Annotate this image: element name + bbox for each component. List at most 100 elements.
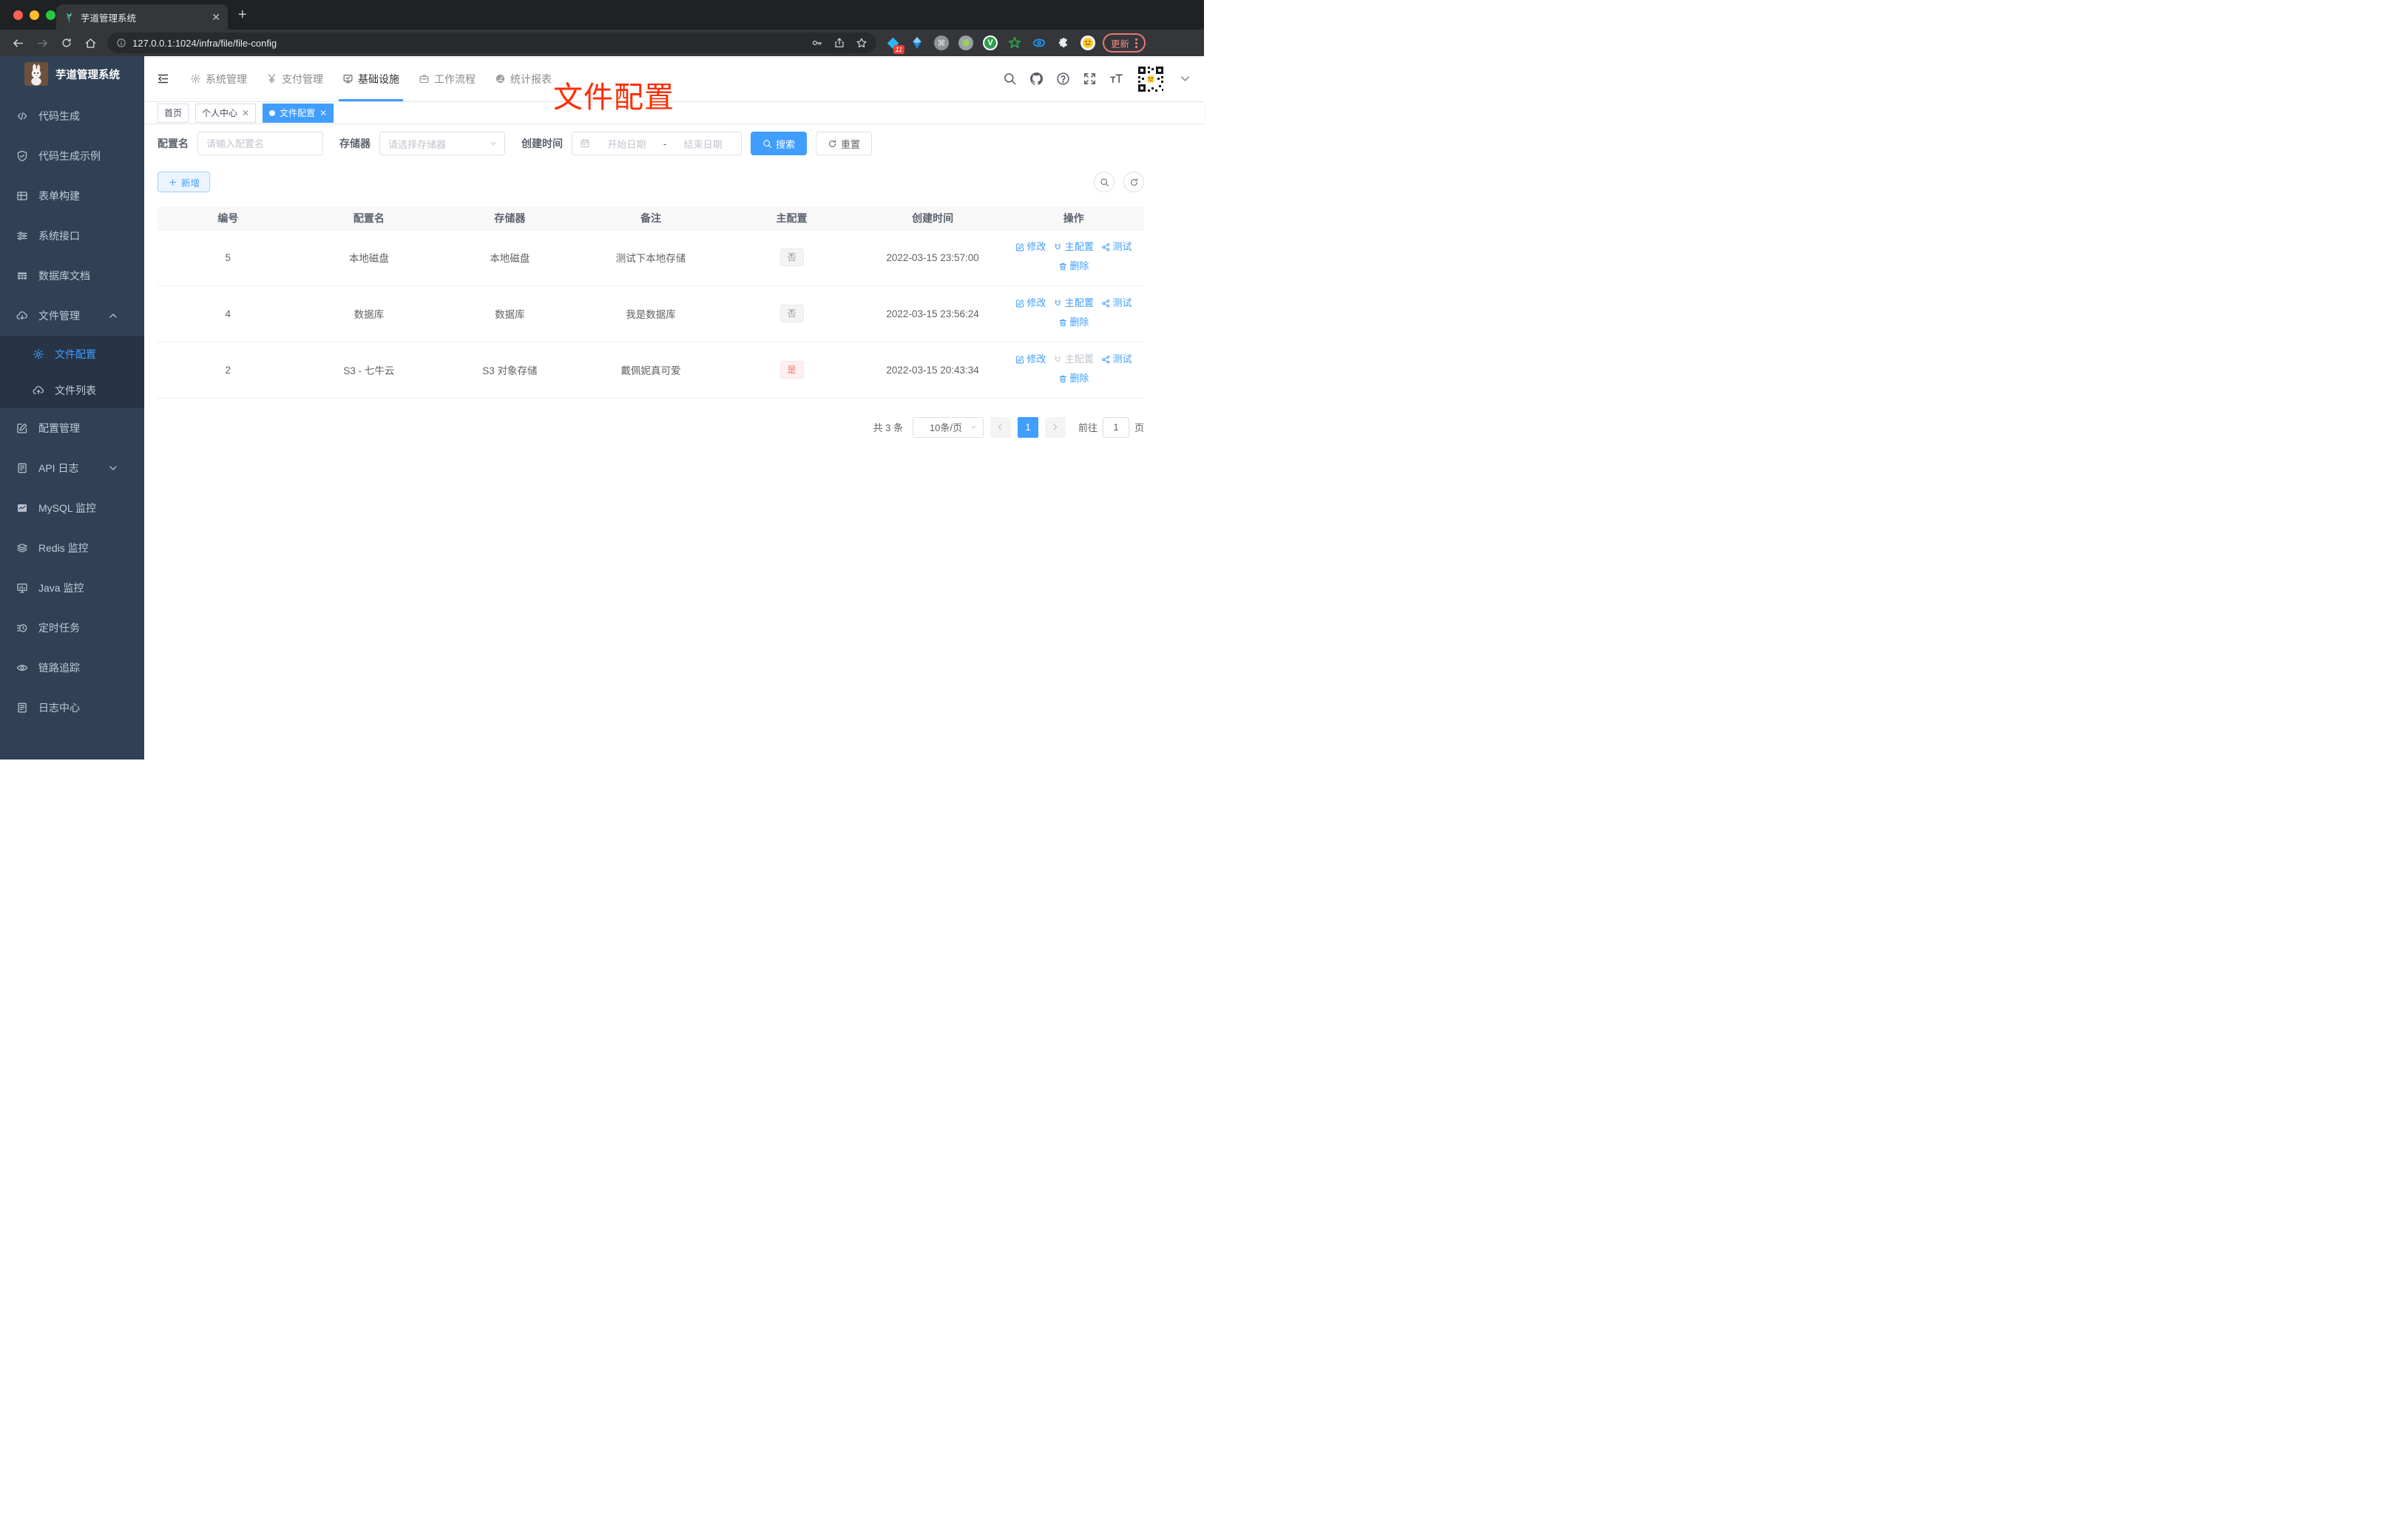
back-icon[interactable] (12, 37, 24, 50)
sidebar-item-file-management[interactable]: 文件管理 (0, 296, 144, 336)
test-action[interactable]: 测试 (1101, 354, 1132, 364)
delete-action[interactable]: 删除 (1058, 261, 1089, 271)
url-omnibox[interactable]: 127.0.0.1:1024/infra/file/file-config (107, 33, 876, 53)
user-avatar[interactable] (1136, 64, 1166, 94)
sidebar-item-db-doc[interactable]: 数据库文档 (0, 256, 144, 296)
site-info-icon[interactable] (116, 38, 126, 48)
next-page-button[interactable] (1044, 416, 1066, 438)
extension-command-icon[interactable]: ⌘ (934, 35, 949, 50)
test-action[interactable]: 测试 (1101, 298, 1132, 308)
extension-eye-icon[interactable] (1032, 35, 1046, 50)
trash-icon (1058, 262, 1068, 271)
nav-item-payment-management[interactable]: 支付管理 (257, 56, 333, 101)
tag-home[interactable]: 首页 (158, 103, 189, 123)
add-button[interactable]: 新增 (158, 172, 211, 192)
zoom-window-button[interactable] (46, 10, 55, 20)
prev-page-button[interactable] (990, 416, 1011, 438)
master-config-action[interactable]: 主配置 (1053, 298, 1094, 308)
toggle-search-button[interactable] (1094, 172, 1115, 192)
nav-item-system-management[interactable]: 系统管理 (180, 56, 257, 101)
extension-green-star-icon[interactable] (1007, 35, 1022, 50)
github-icon[interactable] (1029, 72, 1044, 86)
master-config-action[interactable]: 主配置 (1053, 242, 1094, 251)
sidebar-item-file-config[interactable]: 文件配置 (0, 336, 144, 372)
edit-action[interactable]: 修改 (1015, 298, 1046, 308)
window-controls (13, 10, 55, 20)
end-date-placeholder[interactable]: 结束日期 (672, 137, 734, 151)
extension-diamond-icon[interactable]: 11 (885, 35, 904, 54)
log-doc-icon (16, 462, 28, 474)
bookmark-star-icon[interactable] (856, 37, 868, 49)
sidebar-item-code-gen[interactable]: 代码生成 (0, 96, 144, 136)
sidebar-fold-icon[interactable] (156, 72, 170, 86)
sidebar-item-code-demo[interactable]: 代码生成示例 (0, 136, 144, 176)
reload-icon[interactable] (61, 37, 72, 49)
magnet-icon (1053, 243, 1063, 252)
goto-label: 前往 (1078, 422, 1098, 433)
font-size-icon[interactable] (1109, 72, 1123, 86)
sidebar-item-config-management[interactable]: 配置管理 (0, 408, 144, 448)
monitor-check-icon (342, 73, 354, 84)
config-name-input[interactable] (197, 132, 323, 155)
browser-tab[interactable]: 芋道管理系统 ✕ (56, 4, 228, 30)
tab-close-icon[interactable]: ✕ (212, 11, 220, 24)
master-status-badge: 否 (779, 248, 804, 266)
extension-kite-icon[interactable] (910, 35, 924, 50)
nav-item-workflow[interactable]: 工作流程 (409, 56, 485, 101)
edit-action[interactable]: 修改 (1015, 242, 1046, 251)
nav-item-infrastructure[interactable]: 基础设施 (333, 56, 409, 101)
extension-emoji-icon[interactable] (1080, 35, 1095, 50)
close-icon[interactable]: ✕ (242, 108, 249, 118)
sidebar-item-log-center[interactable]: 日志中心 (0, 688, 144, 728)
table-header-row: 编号 配置名 存储器 备注 主配置 创建时间 操作 (158, 207, 1144, 230)
extension-green-dot-icon[interactable] (958, 35, 973, 50)
home-icon[interactable] (84, 37, 97, 50)
tag-profile[interactable]: 个人中心 ✕ (195, 103, 257, 123)
share-page-icon[interactable] (833, 37, 845, 49)
sidebar-item-trace[interactable]: 链路追踪 (0, 648, 144, 688)
browser-menu-icon[interactable] (1135, 38, 1138, 48)
refresh-table-button[interactable] (1123, 172, 1144, 192)
page-size-select[interactable]: 10条/页 (912, 416, 984, 438)
avatar-caret-down-icon[interactable] (1178, 72, 1192, 86)
browser-update-button[interactable]: 更新 (1103, 33, 1146, 53)
share-icon (1101, 355, 1111, 365)
extension-v-icon[interactable]: V (983, 35, 998, 50)
nav-item-report[interactable]: 统计报表 (485, 56, 561, 101)
chevron-right-icon (1051, 423, 1059, 431)
log-doc-icon (16, 702, 28, 714)
sidebar-item-api-log[interactable]: API 日志 (0, 448, 144, 488)
file-config-table: 编号 配置名 存储器 备注 主配置 创建时间 操作 5 本地磁盘 本地磁盘 测试 (158, 207, 1144, 399)
top-header: 系统管理 支付管理 基础设施 工作流程 统计报表 (144, 56, 1204, 102)
sidebar-item-redis-monitor[interactable]: Redis 监控 (0, 528, 144, 568)
search-icon[interactable] (1003, 72, 1017, 86)
fullscreen-icon[interactable] (1083, 72, 1097, 86)
extensions-puzzle-icon[interactable] (1056, 35, 1071, 50)
sidebar-item-form-builder[interactable]: 表单构建 (0, 176, 144, 216)
current-page-button[interactable]: 1 (1017, 416, 1038, 438)
sidebar-item-file-list[interactable]: 文件列表 (0, 372, 144, 408)
reset-button[interactable]: 重置 (816, 132, 873, 155)
master-status-badge: 否 (779, 305, 804, 322)
storage-select[interactable]: 请选择存储器 (379, 132, 505, 155)
password-key-icon[interactable] (811, 37, 823, 49)
tag-file-config[interactable]: 文件配置 ✕ (263, 103, 334, 123)
sidebar-item-system-api[interactable]: 系统接口 (0, 216, 144, 256)
delete-action[interactable]: 删除 (1058, 317, 1089, 327)
search-button[interactable]: 搜索 (751, 132, 808, 155)
test-action[interactable]: 测试 (1101, 242, 1132, 251)
storage-select-placeholder: 请选择存储器 (388, 138, 447, 150)
edit-action[interactable]: 修改 (1015, 354, 1046, 364)
delete-action[interactable]: 删除 (1058, 373, 1089, 383)
help-icon[interactable] (1056, 72, 1070, 86)
goto-page-input[interactable] (1102, 416, 1129, 438)
sidebar-item-scheduled-tasks[interactable]: 定时任务 (0, 608, 144, 648)
date-range-picker[interactable]: 开始日期 - 结束日期 (572, 132, 742, 155)
minimize-window-button[interactable] (30, 10, 39, 20)
sidebar-item-mysql-monitor[interactable]: MySQL 监控 (0, 488, 144, 528)
new-tab-button[interactable]: + (238, 7, 247, 22)
sidebar-item-java-monitor[interactable]: Java 监控 (0, 568, 144, 608)
close-window-button[interactable] (13, 10, 23, 20)
close-icon[interactable]: ✕ (319, 108, 327, 118)
start-date-placeholder[interactable]: 开始日期 (596, 137, 657, 151)
